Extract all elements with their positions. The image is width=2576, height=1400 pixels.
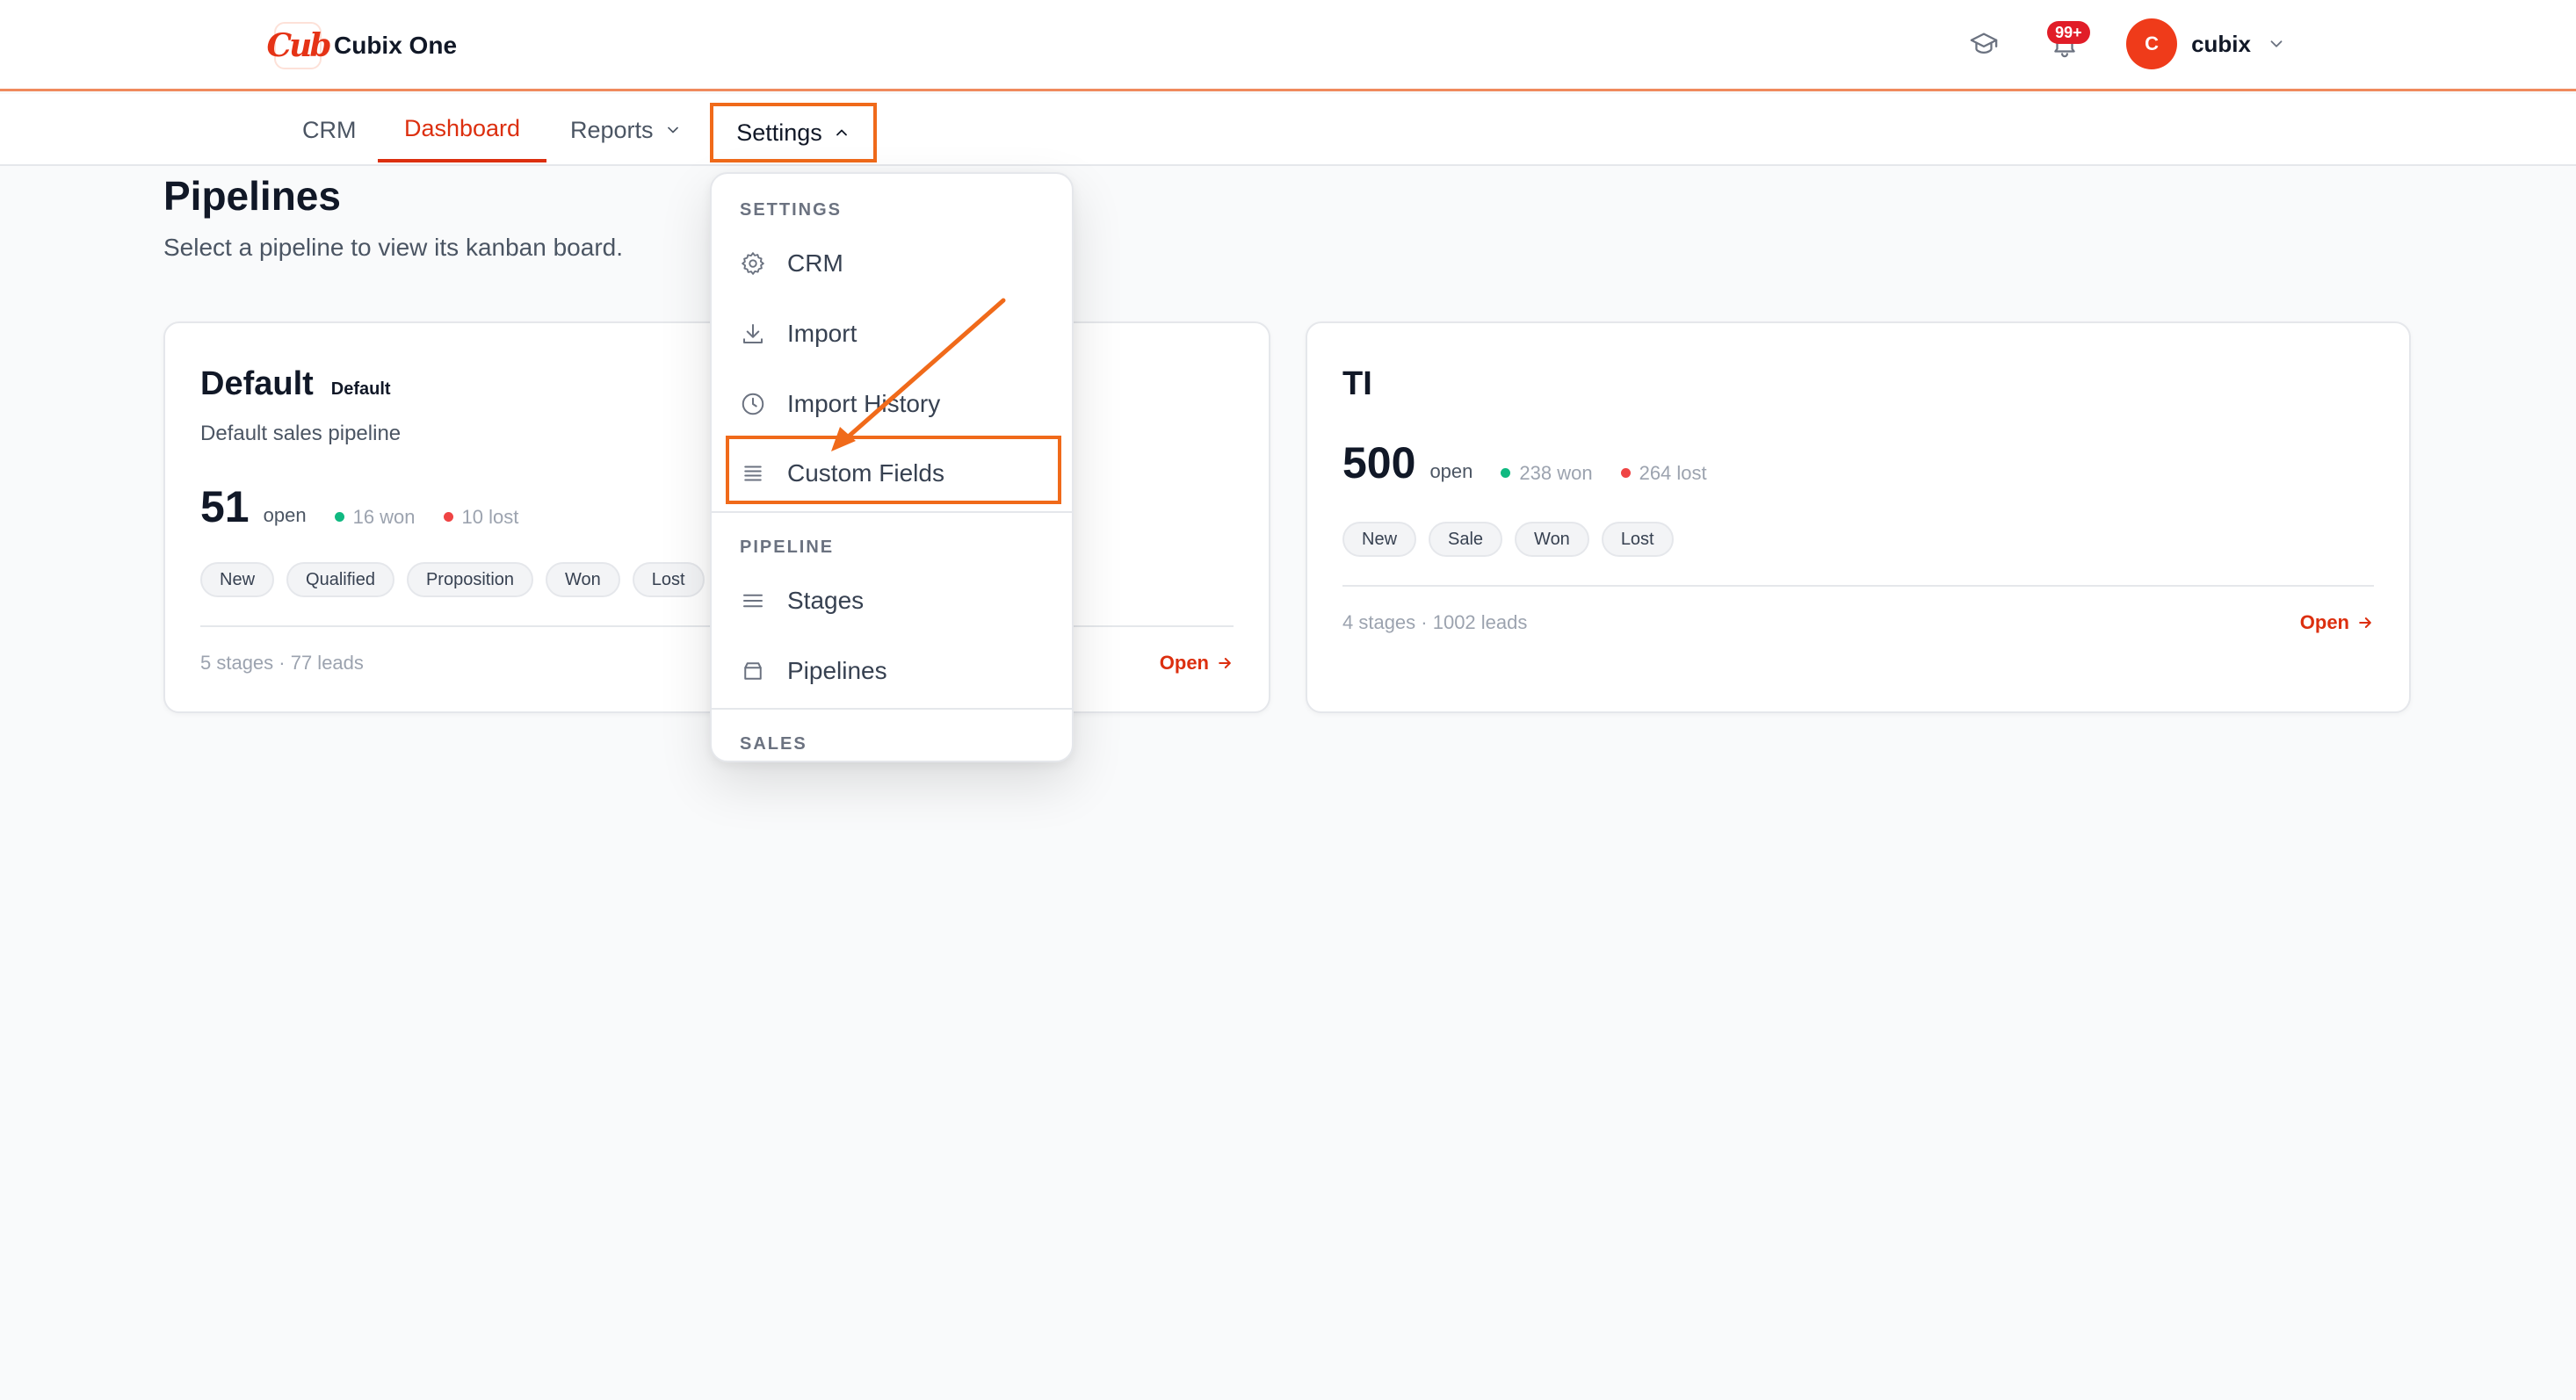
header-actions: 99+ C cubix (1959, 16, 2286, 72)
main-nav: CRM Dashboard Reports Settings (0, 94, 2576, 166)
menu-item-pipelines[interactable]: Pipelines (712, 637, 1072, 705)
page-subtitle: Select a pipeline to view its kanban boa… (163, 234, 623, 261)
open-label: open (263, 504, 307, 526)
stage-chip: Qualified (286, 562, 394, 597)
menu-item-label: Pipelines (787, 657, 887, 684)
graduation-cap-icon (1970, 32, 1998, 54)
menu-icon (743, 594, 763, 608)
lost-dot (443, 512, 453, 522)
lost-dot (1620, 468, 1631, 478)
pipeline-meta: 5 stages · 77 leads (200, 652, 364, 674)
stage-chip: Sale (1429, 522, 1503, 557)
lost-count: 264 lost (1620, 461, 1707, 485)
nav-item-label: Reports (570, 116, 654, 143)
nav-item-settings[interactable]: Settings (710, 103, 877, 162)
open-link-label: Open (2299, 611, 2349, 633)
lost-count: 10 lost (443, 505, 519, 529)
folder-icon (744, 662, 762, 680)
menu-item-crm[interactable]: CRM (712, 229, 1072, 298)
section-pipeline-title: PIPELINE (740, 538, 835, 557)
custom-fields-highlight (726, 436, 1061, 504)
notification-badge: 99+ (2047, 21, 2090, 44)
won-text: 238 won (1519, 461, 1593, 484)
menu-item-label: CRM (787, 249, 843, 277)
nav-item-reports[interactable]: Reports (570, 94, 682, 166)
stage-chip: New (200, 562, 275, 597)
open-count: 500 (1342, 438, 1416, 487)
open-link-label: Open (1159, 652, 1209, 674)
menu-item-stages[interactable]: Stages (712, 566, 1072, 635)
pipeline-stats: 500 open 238 won 264 lost (1342, 437, 1707, 488)
chevron-down-icon[interactable] (2267, 34, 2286, 54)
pipeline-stats: 51 open 16 won 10 lost (200, 481, 518, 532)
arrow-right-icon (1219, 658, 1231, 668)
menu-separator (712, 511, 1072, 513)
app-logo: Cub (267, 22, 332, 69)
pipeline-card-ti[interactable]: TI 500 open 238 won 264 lost New Sale Wo… (1306, 321, 2411, 713)
user-name[interactable]: cubix (2191, 31, 2251, 58)
won-text: 16 won (352, 505, 416, 528)
won-dot (334, 512, 344, 522)
download-icon (743, 324, 763, 343)
card-divider (1342, 585, 2374, 587)
menu-item-label: Stages (787, 587, 865, 614)
menu-item-label: Import History (787, 390, 941, 417)
lost-text: 264 lost (1639, 461, 1707, 484)
pipeline-description: Default sales pipeline (200, 422, 402, 445)
brand[interactable]: Cub Cubix One (267, 18, 458, 74)
menu-item-label: Import (787, 320, 857, 347)
nav-item-label: Settings (736, 119, 822, 146)
menu-item-import[interactable]: Import (712, 299, 1072, 368)
won-count: 238 won (1501, 461, 1593, 485)
stage-chips: New Sale Won Lost (1342, 522, 1686, 557)
pipeline-name: TI (1342, 365, 1372, 402)
chevron-up-icon (836, 129, 847, 136)
page-title: Pipelines (163, 173, 341, 219)
won-count: 16 won (334, 505, 416, 529)
arrow-right-icon (2359, 617, 2371, 628)
stage-chip: Proposition (406, 562, 534, 597)
open-count: 51 (200, 482, 250, 531)
nav-item-dashboard[interactable]: Dashboard (378, 97, 546, 162)
section-settings-title: SETTINGS (740, 200, 843, 220)
nav-item-label: CRM (302, 116, 357, 143)
open-pipeline-link[interactable]: Open (2300, 611, 2374, 634)
open-label: open (1429, 460, 1473, 482)
notifications-button[interactable]: 99+ (2040, 19, 2090, 69)
nav-item-crm[interactable]: CRM (302, 94, 357, 166)
gear-icon (742, 252, 764, 275)
menu-separator (712, 708, 1072, 710)
learning-button[interactable] (1959, 19, 2008, 69)
stage-chip: Won (1515, 522, 1589, 557)
stage-chip: Lost (1601, 522, 1674, 557)
stage-chip: Won (546, 562, 620, 597)
pipeline-name: Default (200, 365, 314, 402)
top-bar: Cub Cubix One 99+ C cubix (0, 0, 2576, 91)
lost-text: 10 lost (461, 505, 519, 528)
stage-chip: New (1342, 522, 1417, 557)
stage-chip: Lost (632, 562, 705, 597)
menu-item-import-history[interactable]: Import History (712, 370, 1072, 438)
section-sales-title: SALES (740, 734, 807, 754)
pipeline-meta: 4 stages · 1002 leads (1342, 611, 1528, 633)
default-tag: Default (330, 379, 391, 399)
settings-dropdown: SETTINGS CRM Import Import History Custo… (710, 172, 1074, 762)
stage-chips: New Qualified Proposition Won Lost (200, 562, 717, 597)
nav-item-label: Dashboard (403, 114, 521, 141)
avatar[interactable]: C (2126, 18, 2178, 69)
app-name: Cubix One (334, 32, 458, 59)
chevron-down-icon (667, 126, 678, 134)
clock-icon (742, 393, 764, 415)
won-dot (1501, 468, 1511, 478)
open-pipeline-link[interactable]: Open (1160, 652, 1234, 675)
